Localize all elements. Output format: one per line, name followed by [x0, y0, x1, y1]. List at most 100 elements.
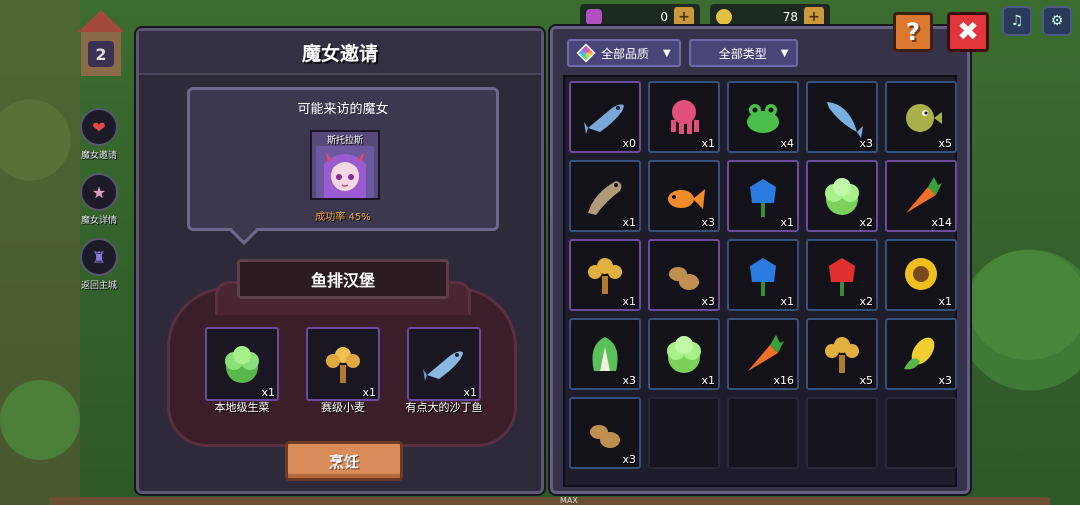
item-count: x3 — [622, 453, 636, 466]
item-count: x1 — [622, 216, 636, 229]
house-level-badge[interactable]: 2 — [78, 10, 124, 80]
inventory-slot[interactable]: x16 — [727, 318, 799, 390]
inventory-slot[interactable]: x5 — [885, 81, 957, 153]
item-count: x3 — [622, 374, 636, 387]
coin-icon — [716, 9, 732, 25]
cook-button[interactable]: 烹饪 — [285, 441, 403, 481]
lettuce-icon — [825, 178, 859, 215]
inventory-slot[interactable]: x1 — [885, 239, 957, 311]
close-icon: ✖ — [957, 17, 979, 47]
sardine-icon — [584, 104, 624, 134]
success-rate: 成功率 45% — [315, 212, 371, 223]
witch-detail-icon: ★ — [80, 173, 118, 211]
empty-inventory-slot — [806, 397, 878, 469]
house-body: 2 — [81, 32, 121, 76]
item-count: x2 — [859, 216, 873, 229]
lettuce-icon — [225, 346, 259, 383]
wheat-icon — [588, 258, 622, 294]
add-resource-2-button[interactable]: + — [804, 7, 824, 27]
empty-inventory-slot — [885, 397, 957, 469]
empty-inventory-slot — [727, 397, 799, 469]
sound-icon[interactable]: ♫ — [1002, 6, 1032, 36]
inventory-slot[interactable]: x14 — [885, 160, 957, 232]
inventory-slot[interactable]: x1 — [727, 239, 799, 311]
item-count: x16 — [773, 374, 794, 387]
blue-flower-icon — [750, 258, 776, 296]
ingredient-slot[interactable]: x1 — [205, 327, 279, 401]
side-item-witch-invite[interactable]: ❤ 魔女邀请 — [74, 108, 124, 161]
ingredient-item[interactable]: x1 本地级生菜 — [201, 327, 283, 415]
sunflower-icon — [905, 258, 937, 290]
ground-strip — [50, 497, 1050, 505]
pufferfish-icon — [906, 104, 942, 132]
side-item-witch-detail[interactable]: ★ 魔女详情 — [74, 173, 124, 226]
ingredient-item[interactable]: x1 赛级小麦 — [302, 327, 384, 415]
ingredient-name: 赛级小麦 — [321, 401, 365, 414]
blue-flower-icon — [750, 179, 776, 217]
item-count: x5 — [859, 374, 873, 387]
inventory-slot[interactable]: x3 — [885, 318, 957, 390]
ingredient-row: x1 本地级生菜 x1 赛级小麦 x1 有点大的沙丁鱼 — [201, 327, 485, 415]
bok-choy-icon — [592, 337, 618, 371]
item-count: x14 — [931, 216, 952, 229]
recipe-name: 鱼排汉堡 — [237, 259, 449, 299]
ingredient-item[interactable]: x1 有点大的沙丁鱼 — [403, 327, 485, 415]
house-roof — [78, 10, 124, 32]
inventory-slot[interactable]: x2 — [806, 239, 878, 311]
inventory-slot[interactable]: x3 — [806, 81, 878, 153]
resource-value-1: 0 — [660, 10, 668, 24]
witch-name: 斯托拉斯 — [326, 136, 363, 146]
side-item-return-town[interactable]: ♜ 返回主城 — [74, 238, 124, 291]
chevron-down-icon: ▼ — [663, 47, 671, 59]
inventory-slot[interactable]: x3 — [648, 160, 720, 232]
help-button[interactable]: ? — [893, 12, 933, 52]
inventory-slot[interactable]: x3 — [569, 318, 641, 390]
bush-decoration — [968, 250, 1080, 360]
ingredient-count: x1 — [463, 386, 477, 399]
house-level-number: 2 — [88, 41, 114, 67]
ingredient-slot[interactable]: x1 — [306, 327, 380, 401]
settings-gear-icon[interactable]: ⚙ — [1042, 6, 1072, 36]
ingredient-count: x1 — [261, 386, 275, 399]
item-count: x1 — [622, 295, 636, 308]
quality-filter-label: 全部品质 — [601, 46, 650, 61]
inventory-slot[interactable]: x4 — [727, 81, 799, 153]
item-count: x4 — [780, 137, 794, 150]
inventory-slot[interactable]: x1 — [727, 160, 799, 232]
item-count: x3 — [701, 216, 715, 229]
side-item-label: 魔女详情 — [80, 216, 117, 226]
lettuce-icon — [667, 336, 701, 373]
item-count: x1 — [701, 374, 715, 387]
filter-bar: 全部品质 ▼ 全部类型 ▼ — [567, 39, 799, 67]
inventory-slot[interactable]: x1 — [648, 81, 720, 153]
inventory-slot[interactable]: x1 — [648, 318, 720, 390]
type-filter-dropdown[interactable]: 全部类型 ▼ — [688, 39, 799, 67]
inventory-slot[interactable]: x1 — [569, 239, 641, 311]
witch-card[interactable]: 斯托拉斯 — [310, 130, 380, 200]
item-count: x2 — [859, 295, 873, 308]
inventory-slot[interactable]: x5 — [806, 318, 878, 390]
max-label: MAX — [560, 496, 578, 505]
inventory-panel: 全部品质 ▼ 全部类型 ▼ x0 x1 x4 x3 x5 x1 x3 x1 x2 x14 x1 x3 x… — [550, 26, 970, 494]
inventory-slot[interactable]: x3 — [569, 397, 641, 469]
item-count: x5 — [938, 137, 952, 150]
inventory-slot[interactable]: x3 — [648, 239, 720, 311]
frog-icon — [747, 104, 779, 133]
quality-filter-dropdown[interactable]: 全部品质 ▼ — [567, 39, 681, 67]
inventory-slot[interactable]: x1 — [569, 160, 641, 232]
item-count: x1 — [938, 295, 952, 308]
inventory-slot[interactable]: x2 — [806, 160, 878, 232]
inventory-slot[interactable]: x0 — [569, 81, 641, 153]
carrot-icon — [906, 177, 942, 213]
ingredient-slot[interactable]: x1 — [407, 327, 481, 401]
side-menu: ❤ 魔女邀请 ★ 魔女详情 ♜ 返回主城 — [74, 108, 124, 303]
potato-icon — [590, 425, 620, 448]
add-resource-1-button[interactable]: + — [674, 7, 694, 27]
item-count: x0 — [622, 137, 636, 150]
close-button[interactable]: ✖ — [947, 12, 989, 52]
catfish-icon — [588, 181, 622, 215]
witch-portrait — [316, 146, 374, 198]
type-filter-label: 全部类型 — [718, 46, 767, 61]
wheat-icon — [825, 337, 859, 373]
visitor-heading: 可能来访的魔女 — [297, 102, 389, 117]
